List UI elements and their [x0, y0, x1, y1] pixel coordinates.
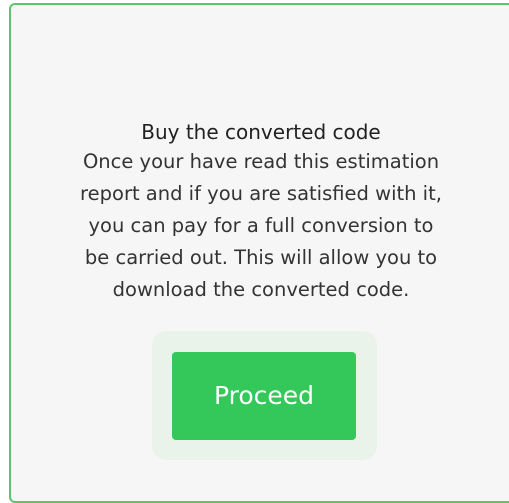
description-line: download the converted code. [112, 278, 410, 301]
description-line: you can pay for a full conversion to [88, 214, 434, 237]
description-line: Once your have read this estimation [82, 150, 440, 173]
description-line: be carried out. This will allow you to [84, 246, 438, 269]
card-description: Once your have read this estimation repo… [31, 146, 491, 306]
card-title: Buy the converted code [141, 120, 381, 144]
description-line: report and if you are satisfied with it, [80, 182, 442, 205]
proceed-button[interactable]: Proceed [172, 352, 356, 440]
purchase-content: Buy the converted code Once your have re… [11, 118, 509, 306]
